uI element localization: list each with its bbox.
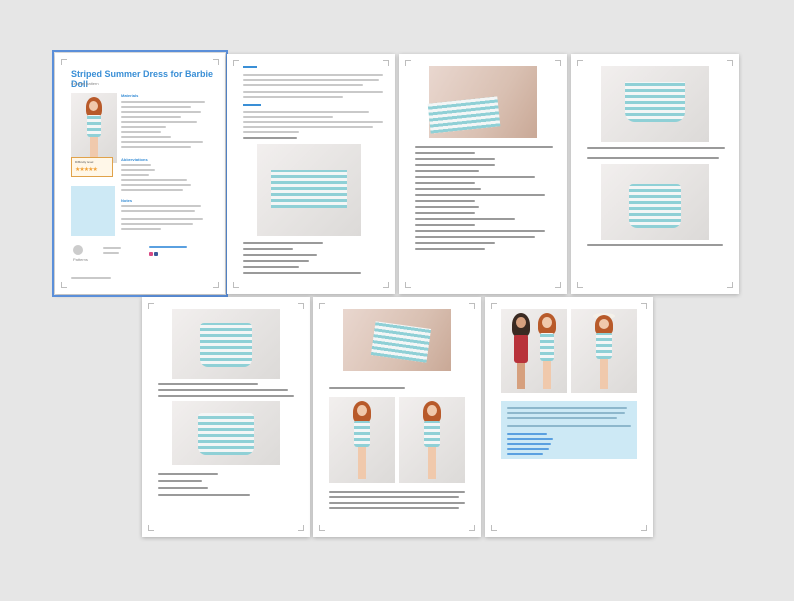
body-heading — [243, 66, 257, 68]
crop-mark-icon — [491, 525, 497, 531]
sewing-photo — [343, 309, 451, 371]
crop-mark-icon — [727, 60, 733, 66]
page-2-thumbnail[interactable] — [227, 54, 395, 294]
logo-icon — [73, 245, 83, 255]
two-dolls-photo — [501, 309, 567, 393]
crop-mark-icon — [577, 60, 583, 66]
crop-mark-icon — [469, 525, 475, 531]
crop-mark-icon — [491, 303, 497, 309]
crop-mark-icon — [233, 282, 239, 288]
difficulty-box: Difficulty level ★★★★★ — [71, 157, 113, 177]
dress-top-photo — [601, 164, 709, 240]
crop-mark-icon — [383, 282, 389, 288]
cover-photo — [71, 93, 117, 163]
doll-figure — [84, 97, 104, 161]
crop-mark-icon — [213, 282, 219, 288]
crop-mark-icon — [727, 282, 733, 288]
crop-mark-icon — [555, 282, 561, 288]
crop-mark-icon — [319, 525, 325, 531]
doll-photo-right — [399, 397, 465, 483]
page-1-thumbnail[interactable]: Striped Summer Dress for Barbie Doll Cro… — [52, 50, 228, 297]
notes-heading: Notes — [121, 198, 133, 203]
copyright-links-box — [501, 401, 637, 459]
crop-mark-icon — [61, 59, 67, 65]
crop-mark-icon — [298, 525, 304, 531]
pattern-title: Striped Summer Dress for Barbie Doll — [71, 69, 214, 89]
page-3-thumbnail[interactable] — [399, 54, 567, 294]
page-5-thumbnail[interactable] — [142, 297, 310, 537]
brand-name: Patterns — [73, 257, 88, 262]
star-rating-icon: ★★★★★ — [75, 167, 98, 173]
crochet-hand-photo — [427, 66, 537, 138]
crop-mark-icon — [319, 303, 325, 309]
crop-mark-icon — [383, 60, 389, 66]
crop-mark-icon — [555, 60, 561, 66]
dress-straps-photo — [172, 309, 280, 379]
crop-mark-icon — [213, 59, 219, 65]
crop-mark-icon — [405, 60, 411, 66]
facebook-icon — [154, 251, 158, 256]
page-6-thumbnail[interactable] — [313, 297, 481, 537]
crop-mark-icon — [233, 60, 239, 66]
crop-mark-icon — [641, 525, 647, 531]
page-4-thumbnail[interactable] — [571, 54, 739, 294]
swatch-photo — [257, 144, 361, 236]
doll-photo-left — [329, 397, 395, 483]
crop-mark-icon — [405, 282, 411, 288]
crop-mark-icon — [61, 282, 67, 288]
crop-mark-icon — [298, 303, 304, 309]
instagram-icon — [149, 251, 153, 256]
dress-finished-photo — [172, 401, 280, 465]
crop-mark-icon — [148, 525, 154, 531]
pattern-subtitle: Crochet pattern — [71, 81, 99, 86]
social-links — [149, 251, 159, 256]
difficulty-label: Difficulty level — [75, 160, 94, 164]
abbreviations-heading: Abbreviations — [121, 157, 148, 162]
crop-mark-icon — [469, 303, 475, 309]
section-heading — [243, 104, 261, 106]
skirt-photo — [601, 66, 709, 142]
crop-mark-icon — [148, 303, 154, 309]
crop-mark-icon — [577, 282, 583, 288]
copyright-info-box — [71, 186, 115, 236]
crop-mark-icon — [641, 303, 647, 309]
page-7-thumbnail[interactable] — [485, 297, 653, 537]
doll-hat-photo — [571, 309, 637, 393]
materials-heading: Materials — [121, 93, 139, 98]
